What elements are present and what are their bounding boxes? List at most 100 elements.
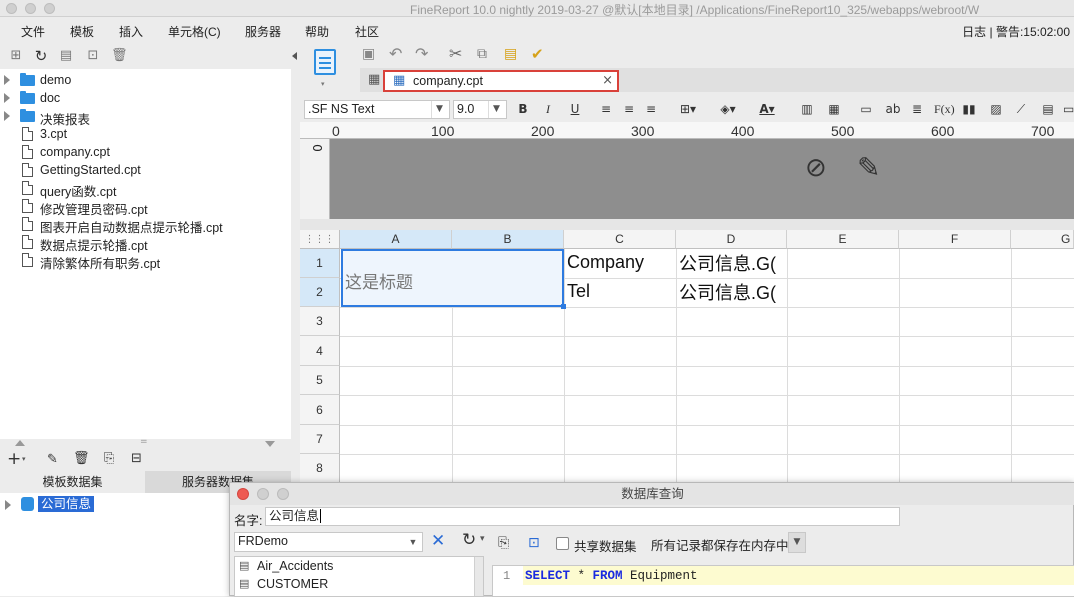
paste-icon[interactable]: ▤ (504, 46, 517, 62)
collapse-down-icon[interactable] (265, 441, 275, 447)
font-color-icon[interactable]: A▾ (754, 101, 780, 117)
menu-server[interactable]: 服务器 (245, 23, 281, 40)
column-header-a[interactable]: A (340, 230, 452, 249)
tree-file[interactable]: GettingStarted.cpt (0, 162, 291, 180)
delete-icon[interactable]: 🗑 (111, 48, 128, 64)
menu-insert[interactable]: 插入 (119, 23, 143, 40)
refresh-icon[interactable]: ↻ (33, 48, 49, 64)
cell-d1[interactable]: 公司信息.G( (679, 250, 786, 276)
close-tab-icon[interactable]: × (602, 73, 613, 88)
italic-button[interactable]: I (541, 101, 555, 117)
row-header-1[interactable]: 1 (300, 249, 340, 278)
column-header-g[interactable]: G (1011, 230, 1074, 249)
bold-button[interactable]: B (516, 101, 530, 117)
column-header-f[interactable]: F (899, 230, 1011, 249)
connection-select[interactable]: FRDemo ▼ (234, 532, 423, 552)
rich-text-icon[interactable]: ab (885, 101, 901, 117)
column-header-d[interactable]: D (676, 230, 787, 249)
table-icon[interactable]: ▦ (826, 101, 842, 117)
text-field-icon[interactable]: ▭ (858, 101, 874, 117)
zoom-window-button[interactable] (44, 3, 55, 14)
new-report-icon[interactable] (314, 49, 336, 75)
minimize-window-button[interactable] (25, 3, 36, 14)
row-header-6[interactable]: 6 (300, 395, 340, 425)
dialog-minimize-button[interactable] (257, 488, 269, 500)
save-icon[interactable]: ▣ (362, 46, 375, 62)
cell-c2[interactable]: Tel (567, 281, 590, 302)
new-folder-icon[interactable]: ⊞ (8, 48, 24, 64)
row-header-2[interactable]: 2 (300, 278, 340, 307)
sql-editor[interactable]: 1 SELECT * FROM Equipment (492, 565, 1074, 597)
add-icon[interactable]: + (7, 449, 21, 469)
row-header-8[interactable]: 8 (300, 454, 340, 483)
close-window-button[interactable] (6, 3, 17, 14)
tree-file[interactable]: 图表开启自动数据点提示轮播.cpt (0, 216, 291, 235)
memory-option-select[interactable]: 所有记录都保存在内存中 ▼ (648, 532, 806, 553)
parameter-icon[interactable]: ⊡ (528, 535, 540, 551)
merged-cell-a1-b2[interactable]: 这是标题 (341, 249, 564, 307)
page-header-area[interactable]: 0 ⊘ ✎ (300, 139, 1074, 219)
preview-icon[interactable]: ⎘ (104, 451, 114, 466)
more-icon[interactable]: ▭ (1063, 101, 1074, 117)
tree-file[interactable]: 3.cpt (0, 126, 291, 144)
grid-template-icon[interactable]: ▦ (368, 72, 380, 87)
tree-folder-doc[interactable]: doc (0, 90, 291, 108)
chevron-down-icon[interactable]: ▾ (480, 534, 485, 544)
tab-company-cpt[interactable]: ▦ company.cpt × (383, 70, 619, 92)
row-header-5[interactable]: 5 (300, 366, 340, 395)
align-center-icon[interactable]: ≡ (622, 101, 636, 117)
row-header-3[interactable]: 3 (300, 307, 340, 336)
collapse-left-icon[interactable] (292, 52, 297, 60)
column-header-b[interactable]: B (452, 230, 564, 249)
parameter-icon[interactable]: ⊟ (131, 451, 142, 466)
cell-d2[interactable]: 公司信息.G( (679, 279, 786, 305)
underline-button[interactable]: U (568, 101, 582, 117)
version-icon[interactable]: ⊡ (85, 48, 101, 64)
column-header-e[interactable]: E (787, 230, 899, 249)
edit-pencil-icon[interactable]: ✎ (47, 452, 58, 467)
dialog-close-button[interactable] (237, 488, 249, 500)
table-list-item[interactable]: ▤ CUSTOMER (237, 576, 477, 593)
chevron-down-icon[interactable]: ▾ (321, 80, 325, 88)
menu-template[interactable]: 模板 (70, 23, 94, 40)
dialog-zoom-button[interactable] (277, 488, 289, 500)
tab-template-dataset[interactable]: 模板数据集 (0, 471, 145, 493)
undo-icon[interactable]: ↶ (389, 44, 402, 63)
paragraph-icon[interactable]: ≣ (909, 101, 925, 117)
cut-icon[interactable]: ✂ (449, 44, 462, 63)
copy-icon[interactable]: ⧉ (477, 46, 487, 62)
connection-settings-icon[interactable]: ✕ (431, 531, 445, 551)
panel-splitter[interactable]: = (0, 437, 291, 449)
eye-hidden-icon[interactable]: ⊘ (805, 153, 827, 183)
tree-file[interactable]: 修改管理员密码.cpt (0, 198, 291, 217)
merge-cell-icon[interactable]: ▥ (800, 101, 814, 117)
chevron-down-icon[interactable]: ▾ (22, 455, 26, 463)
delete-icon[interactable]: 🗑 (73, 451, 90, 466)
border-icon[interactable]: ⊞▾ (676, 101, 700, 117)
preview-icon[interactable]: ⎘ (498, 535, 509, 551)
image-icon[interactable]: ▨ (988, 101, 1004, 117)
menu-help[interactable]: 帮助 (305, 23, 329, 40)
dataset-item[interactable]: 公司信息 (38, 496, 95, 512)
format-painter-icon[interactable]: ✔ (531, 45, 544, 63)
refresh-icon[interactable]: ↻ (462, 530, 476, 550)
fill-color-icon[interactable]: ◈▾ (714, 101, 742, 117)
row-header-7[interactable]: 7 (300, 425, 340, 454)
tree-file[interactable]: 清除繁体所有职务.cpt (0, 252, 291, 271)
slash-icon[interactable]: ⟋ (1013, 101, 1029, 117)
menu-community[interactable]: 社区 (355, 23, 379, 40)
edit-pencil-icon[interactable]: ✎ (857, 151, 880, 184)
fill-handle[interactable] (561, 304, 566, 309)
formula-icon[interactable]: F(x) (934, 101, 955, 117)
cell-c1[interactable]: Company (567, 252, 644, 273)
chart-icon[interactable]: ▮▮ (961, 101, 977, 117)
share-dataset-checkbox[interactable] (556, 537, 569, 550)
grip-icon[interactable]: = (140, 437, 148, 447)
font-size-select[interactable]: 9.0 ▼ (453, 100, 507, 119)
tree-file[interactable]: 数据点提示轮播.cpt (0, 234, 291, 253)
align-right-icon[interactable]: ≡ (644, 101, 658, 117)
tree-file[interactable]: company.cpt (0, 144, 291, 162)
menu-cell[interactable]: 单元格(C) (168, 23, 221, 40)
subreport-icon[interactable]: ▤ (1040, 101, 1056, 117)
collapse-up-icon[interactable] (15, 440, 25, 446)
